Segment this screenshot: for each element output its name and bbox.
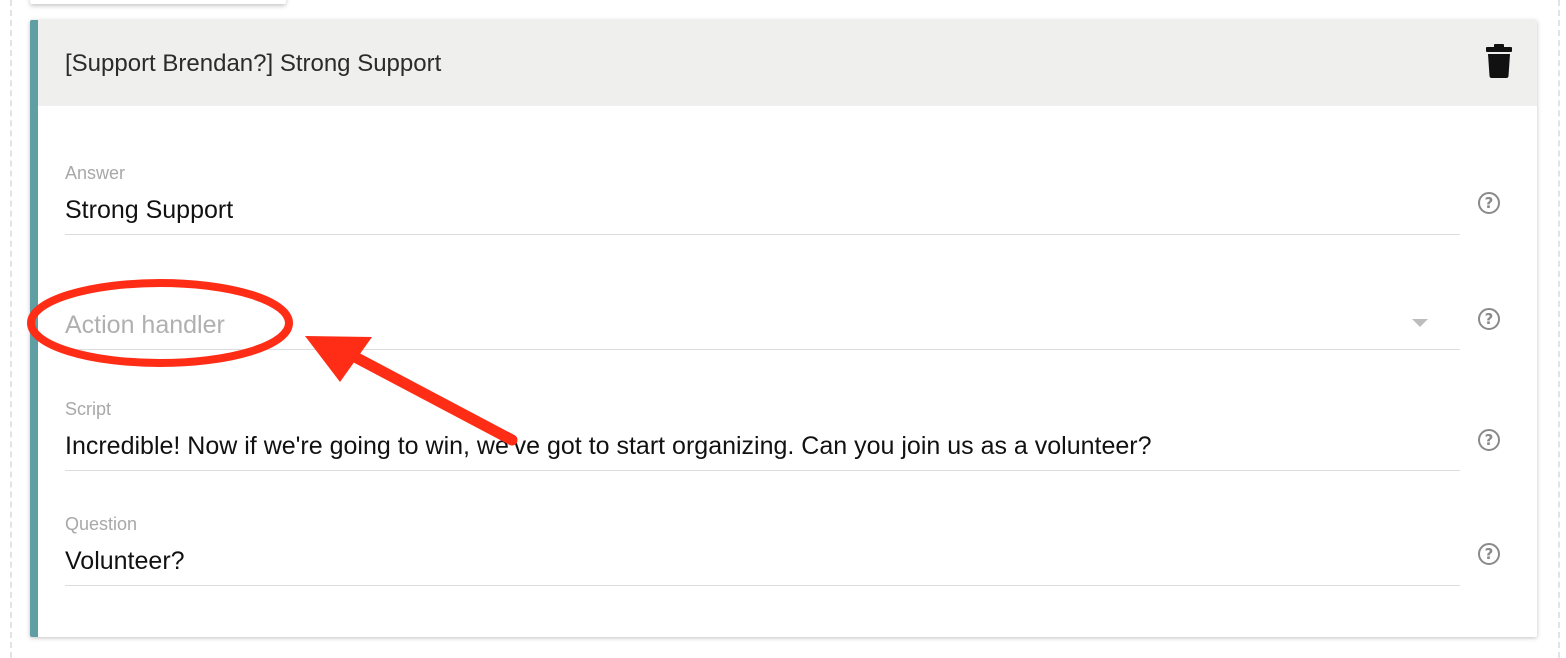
question-input[interactable]: Volunteer? — [65, 547, 185, 576]
answer-underline — [65, 234, 1460, 235]
dashed-guide-left — [10, 0, 12, 658]
previous-card-edge — [30, 0, 286, 4]
answer-field[interactable]: Answer Strong Support — [65, 160, 1460, 236]
trash-icon-svg — [1486, 44, 1512, 78]
question-field[interactable]: Question Volunteer? — [65, 511, 1460, 587]
script-label: Script — [65, 399, 112, 419]
action-handler-select[interactable]: Action handler — [65, 305, 1460, 351]
trash-icon[interactable] — [1485, 44, 1513, 78]
help-circle-icon[interactable]: ? — [1478, 192, 1500, 214]
page: [Support Brendan?] Strong Support Answer… — [0, 0, 1566, 658]
card-header: [Support Brendan?] Strong Support — [38, 20, 1537, 106]
action-handler-placeholder: Action handler — [65, 311, 225, 339]
caret-down-icon[interactable] — [1412, 319, 1428, 327]
script-input[interactable]: Incredible! Now if we're going to win, w… — [65, 432, 1152, 461]
script-field[interactable]: Script Incredible! Now if we're going to… — [65, 396, 1460, 472]
action-handler-underline — [65, 349, 1460, 350]
answer-option-card: [Support Brendan?] Strong Support Answer… — [30, 20, 1537, 637]
question-label: Question — [65, 514, 138, 534]
answer-label: Answer — [65, 163, 126, 183]
help-circle-icon[interactable]: ? — [1478, 429, 1500, 451]
help-circle-icon[interactable]: ? — [1478, 308, 1500, 330]
help-circle-icon[interactable]: ? — [1478, 543, 1500, 565]
card-title: [Support Brendan?] Strong Support — [65, 50, 442, 77]
answer-input[interactable]: Strong Support — [65, 196, 233, 225]
dashed-guide-right — [1558, 0, 1560, 658]
script-underline — [65, 470, 1460, 471]
question-underline — [65, 585, 1460, 586]
